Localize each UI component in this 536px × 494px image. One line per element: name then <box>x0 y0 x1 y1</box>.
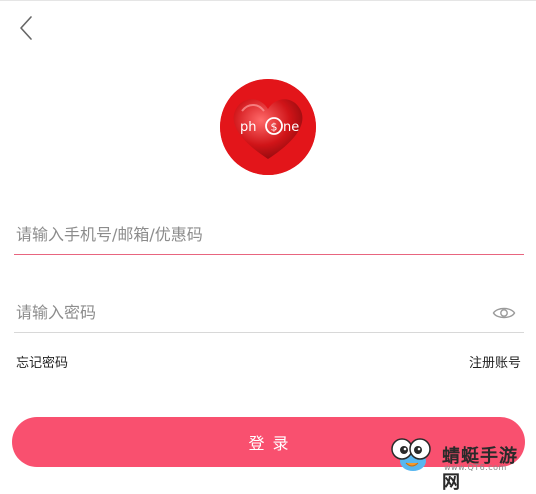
account-input[interactable] <box>14 222 486 246</box>
forgot-password-link[interactable]: 忘记密码 <box>16 352 68 371</box>
password-visibility-toggle[interactable] <box>492 304 516 322</box>
back-button[interactable] <box>14 14 40 42</box>
account-field <box>14 222 524 255</box>
register-link[interactable]: 注册账号 <box>469 352 521 371</box>
password-input[interactable] <box>14 300 486 324</box>
eye-icon <box>492 307 516 319</box>
phone-logo-icon: $ phone ph ne <box>220 79 316 175</box>
watermark-url: www.QT6.com <box>444 463 507 472</box>
svg-text:ne: ne <box>283 120 299 135</box>
dragonfly-mascot-icon <box>391 438 431 471</box>
password-field <box>14 300 524 333</box>
svg-text:ph: ph <box>240 120 257 135</box>
chevron-left-icon <box>20 16 32 40</box>
app-logo: $ phone ph ne <box>220 79 316 175</box>
watermark: 蜻蜓手游网 www.QT6.com <box>386 434 532 493</box>
top-divider <box>0 0 536 1</box>
